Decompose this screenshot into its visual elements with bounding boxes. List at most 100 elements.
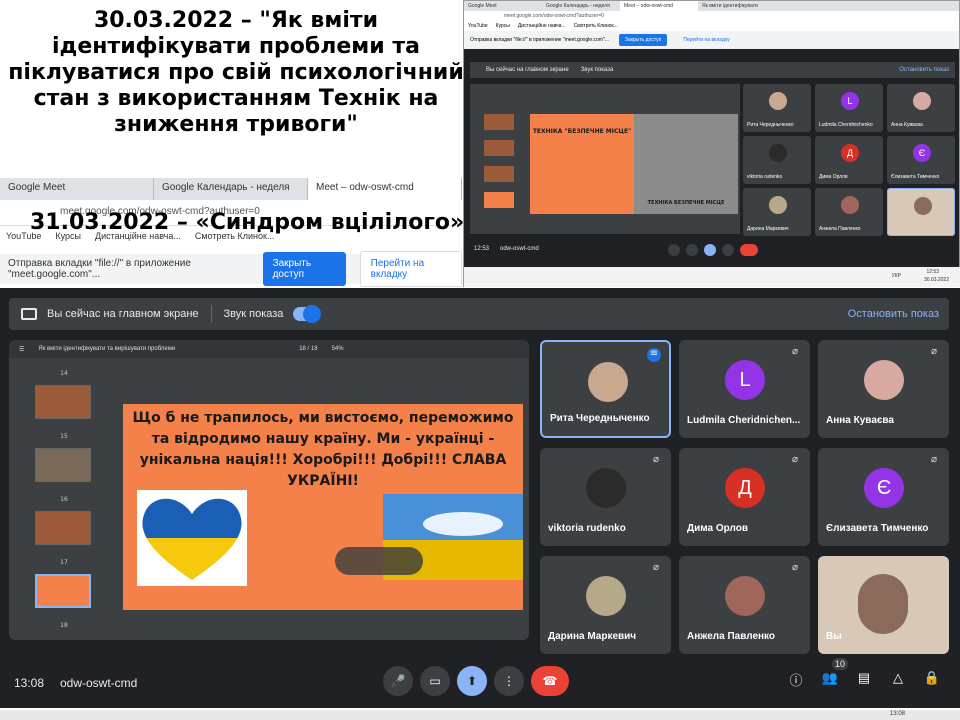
meeting-time: 12:53 [474,246,490,252]
participant-tile[interactable]: Дарина Маркевич [743,188,811,236]
mic-off-icon: ⌀ [930,454,938,465]
meeting-code: odw-oswt-cmd [500,246,539,252]
info-icon[interactable]: ⓘ [786,670,806,690]
avatar: Д [725,468,765,508]
stop-sharing-button[interactable]: Закрыть доступ [262,252,346,286]
participant-tile[interactable]: ⌀ Анна Куваєва [818,340,949,438]
thumbnail[interactable] [35,511,91,545]
present-screen-icon [21,308,37,320]
mic-button[interactable] [668,244,680,256]
self-video-tile[interactable] [887,188,955,236]
thumbnail[interactable] [484,166,514,182]
camera-button[interactable]: ▭ [420,666,450,696]
inset-tab-strip: Google Meet Google Календарь - неделя Me… [464,1,959,11]
participant-tile[interactable]: ⌀ Дарина Маркевич [540,556,671,654]
tab-google-meet[interactable]: Google Meet [0,178,154,200]
taskbar-date: 30.03.2022 [923,277,949,283]
slide: Що б не трапилось, ми вистоємо, переможи… [123,404,523,610]
participant-tile[interactable]: Д Дима Орлов [815,136,883,184]
more-options-button[interactable] [722,244,734,256]
presentation-view: ☰ Як вміти ідентифікувати та вирішувати … [9,340,529,640]
presenting-label: Вы сейчас на главном экране [47,308,199,320]
hangup-icon: ☎ [542,674,558,688]
participant-tile[interactable]: Анжела Павленко [815,188,883,236]
avatar: L [725,360,765,400]
inset-tab[interactable]: Як вміти ідентифікувати [698,1,776,11]
thumbnail[interactable] [484,140,514,156]
participant-tile[interactable]: ≡ Рита Чередныченко [540,340,671,438]
thumbnail-selected[interactable] [35,574,91,608]
tab-calendar[interactable]: Google Календарь - неделя [154,178,308,200]
participant-tile[interactable]: Д ⌀ Дима Орлов [679,448,810,546]
photo-caption: ТЕХНІКА БЕЗПЕЧНЕ МІСЦЕ [647,200,725,206]
avatar [864,360,904,400]
bookmark-item[interactable]: YouTube [468,23,488,29]
stop-sharing-button[interactable]: Закрыть доступ [618,34,668,46]
mic-off-icon: ⌀ [652,454,660,465]
menu-icon[interactable]: ☰ [19,346,24,353]
ukraine-heart-image [137,490,247,586]
speaking-icon: ≡ [647,348,661,362]
mic-button[interactable]: 🎤 [383,666,413,696]
participant-tile[interactable]: Рита Чередныченко [743,84,811,132]
activities-icon[interactable]: △ [888,670,908,690]
inset-tab[interactable]: Google Meet [464,1,542,11]
host-controls-icon[interactable]: 🔒 [922,670,942,690]
caption-title: 30.03.2022 – "Як вміти ідентифікувати пр… [8,8,464,137]
participant-tile[interactable]: ⌀ viktoria rudenko [540,448,671,546]
participant-tile[interactable]: ⌀ Анжела Павленко [679,556,810,654]
participant-tile[interactable]: Є ⌀ Єлизавета Тимченко [818,448,949,546]
slide-text: Що б не трапилось, ми вистоємо, переможи… [132,410,514,489]
avatar [725,576,765,616]
switch-tab-button[interactable]: Перейти на вкладку [677,34,735,46]
bookmark-item[interactable]: Смотреть Клинок... [574,23,618,29]
bookmark-item[interactable]: Курсы [496,23,510,29]
presentation-overlay-controls[interactable] [335,547,423,575]
thumbnail-list: 14 15 16 17 18 [29,370,99,629]
inset-tab[interactable]: Meet – odw-oswt-cmd [620,1,698,11]
inset-tab[interactable]: Google Календарь - неделя [542,1,620,11]
mic-off-icon: ⌀ [791,454,799,465]
zoom-level: 54% [331,346,344,352]
camera-button[interactable] [686,244,698,256]
participant-tile[interactable]: Анна Куваєва [887,84,955,132]
switch-tab-button[interactable]: Перейти на вкладку [359,251,462,287]
present-button[interactable] [704,244,716,256]
participant-name: Дарина Маркевич [548,631,637,642]
camera-icon: ▭ [429,674,441,688]
people-icon[interactable]: 👥 [820,670,840,690]
thumbnail[interactable] [484,192,514,208]
bookmark-item[interactable]: Дистанційне навча... [518,23,566,29]
tab-meet-active[interactable]: Meet – odw-oswt-cmd [308,178,462,200]
meeting-time: 13:08 [14,676,45,690]
audio-toggle[interactable] [293,305,322,323]
leave-call-button[interactable] [740,244,758,256]
avatar [586,468,626,508]
present-icon: ⬆ [466,674,478,688]
mic-off-icon: ⌀ [791,562,799,573]
self-video-tile[interactable]: Вы [818,556,949,654]
participant-tile[interactable]: viktoria rudenko [743,136,811,184]
leave-call-button[interactable]: ☎ [531,666,569,696]
mic-off-icon: ⌀ [652,562,660,573]
participant-tile[interactable]: L Ludmila Cheridnichenko [815,84,883,132]
control-bar: 13:08 odw-oswt-cmd 🎤 ▭ ⬆ ⋮ ☎ ⓘ 👥 10 ▤ △ … [0,658,960,708]
participant-name: Ludmila Cheridnichen... [687,415,801,426]
chat-icon[interactable]: ▤ [854,670,874,690]
tab-share-bar: Отправка вкладки "file://" в приложение … [0,251,462,287]
participant-name: Анна Куваєва [826,415,894,426]
taskbar: 13:08 [0,710,960,720]
thumb-label: 16 [60,496,68,503]
participant-tile[interactable]: L ⌀ Ludmila Cheridnichen... [679,340,810,438]
present-button[interactable]: ⬆ [457,666,487,696]
audio-label: Звук показа [223,308,284,320]
inset-address-bar[interactable]: meet.google.com/odw-oswt-cmd?authuser=0 [464,11,959,21]
participant-tile[interactable]: Є Єлизавета Тимченко [887,136,955,184]
thumbnail[interactable] [35,448,91,482]
audio-label: Звук показа [580,67,614,73]
thumbnail[interactable] [484,114,514,130]
thumbnail[interactable] [35,385,91,419]
more-options-button[interactable]: ⋮ [494,666,524,696]
stop-presenting-button[interactable]: Остановить показ [899,67,949,73]
stop-presenting-button[interactable]: Остановить показ [848,308,939,320]
